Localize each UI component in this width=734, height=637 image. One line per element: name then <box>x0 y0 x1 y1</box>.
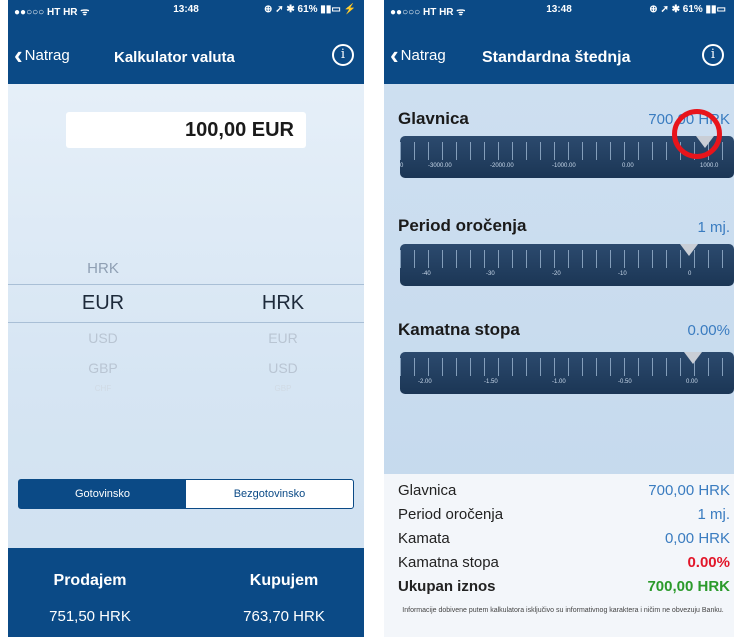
tick-label: -10 <box>618 271 627 277</box>
slider-thumb[interactable] <box>680 244 698 256</box>
buy-value: 763,70 HRK <box>243 608 325 625</box>
summary-value: 0.00% <box>687 554 730 571</box>
picker-top-line <box>8 284 364 285</box>
page-title: Standardna štednja <box>482 49 631 66</box>
tick-label: 0 <box>688 271 692 277</box>
tick-label: -1000.00 <box>552 163 576 169</box>
summary-value: 700,00 HRK <box>647 578 730 595</box>
picker-item[interactable]: EUR <box>228 330 338 346</box>
summary-value: 0,00 HRK <box>664 530 730 547</box>
status-bar: ●●○○○ HT HR ᯤ 13:48 ⊕ ➚ ✱ 61% ▮▮▭ <box>384 0 734 18</box>
highlight-circle <box>672 109 722 159</box>
summary-key: Ukupan iznos <box>398 578 496 595</box>
disclaimer: Informacije dobivene putem kalkulatora i… <box>402 607 724 614</box>
picker-item[interactable]: HRK <box>48 260 158 277</box>
tick-label: -1.00 <box>552 379 566 385</box>
summary-key: Kamata <box>398 530 450 547</box>
picker-item[interactable]: GBP <box>228 384 338 393</box>
term-value: 1 mj. <box>697 219 730 236</box>
back-label: Natrag <box>400 46 446 64</box>
tick-label: 0.00 <box>686 379 698 385</box>
tick-label: -3000.00 <box>428 163 452 169</box>
picker-item-selected[interactable]: HRK <box>228 292 338 315</box>
picker-item-selected[interactable]: EUR <box>48 292 158 315</box>
term-slider[interactable]: -40 -30 -20 -10 0 <box>400 244 734 286</box>
tick-label: -20 <box>552 271 561 277</box>
back-label: Natrag <box>24 46 70 64</box>
buy-label: Kupujem <box>249 572 319 589</box>
nav-bar: ‹ Natrag Standardna štednja i <box>384 18 734 84</box>
picker-item[interactable]: USD <box>228 360 338 376</box>
tick-label: -0.50 <box>618 379 632 385</box>
amount-input[interactable]: 100,00 EUR <box>66 112 306 148</box>
battery-indicator: ⊕ ➚ ✱ 61% ▮▮▭ <box>649 4 726 15</box>
summary-key: Glavnica <box>398 482 457 499</box>
currency-calculator-screen: ●●○○○ HT HR ᯤ 13:48 ⊕ ➚ ✱ 61% ▮▮▭ ⚡ ‹ Na… <box>8 0 364 637</box>
picker-item[interactable]: USD <box>48 330 158 346</box>
segment-cash[interactable]: Gotovinsko <box>19 480 186 508</box>
status-bar: ●●○○○ HT HR ᯤ 13:48 ⊕ ➚ ✱ 61% ▮▮▭ ⚡ <box>8 0 364 18</box>
rate-slider[interactable]: -2.00 -1.50 -1.00 -0.50 0.00 <box>400 352 734 394</box>
picker-item[interactable]: GBP <box>48 360 158 376</box>
chevron-left-icon: ‹ <box>14 40 23 70</box>
summary-key: Kamatna stopa <box>398 554 499 571</box>
term-label: Period oročenja <box>398 216 527 235</box>
chevron-left-icon: ‹ <box>390 40 399 70</box>
info-icon[interactable]: i <box>332 44 354 66</box>
tick-label: -40 <box>422 271 431 277</box>
sell-value: 751,50 HRK <box>49 608 131 625</box>
tick-label: 0 <box>400 163 404 169</box>
tick-label: -1.50 <box>484 379 498 385</box>
payment-type-segmented-control: Gotovinsko Bezgotovinsko <box>18 479 354 509</box>
tick-label: -2000.00 <box>490 163 514 169</box>
tick-label: -30 <box>486 271 495 277</box>
nav-bar: ‹ Natrag Kalkulator valuta i <box>8 18 364 84</box>
summary-key: Period oročenja <box>398 506 504 523</box>
segment-cashless[interactable]: Bezgotovinsko <box>186 480 353 508</box>
battery-indicator: ⊕ ➚ ✱ 61% ▮▮▭ ⚡ <box>264 4 356 15</box>
back-button[interactable]: ‹ Natrag <box>14 40 70 70</box>
result-bar: Prodajem 751,50 HRK Kupujem 763,70 HRK <box>8 548 364 637</box>
tick-label: -2.00 <box>418 379 432 385</box>
info-icon[interactable]: i <box>702 44 724 66</box>
tick-label: 1000.0 <box>700 163 719 169</box>
rate-label: Kamatna stopa <box>398 320 520 339</box>
back-button[interactable]: ‹ Natrag <box>390 40 446 70</box>
principal-label: Glavnica <box>398 109 469 128</box>
sell-label: Prodajem <box>53 572 127 589</box>
savings-calculator-screen: ●●○○○ HT HR ᯤ 13:48 ⊕ ➚ ✱ 61% ▮▮▭ ‹ Natr… <box>384 0 734 637</box>
picker-item[interactable]: CHF <box>48 384 158 393</box>
summary-value: 700,00 HRK <box>648 482 730 499</box>
summary-value: 1 mj. <box>697 506 730 523</box>
picker-bottom-line <box>8 322 364 323</box>
page-title: Kalkulator valuta <box>114 49 235 66</box>
slider-thumb[interactable] <box>684 352 702 364</box>
rate-value: 0.00% <box>687 322 730 339</box>
tick-label: 0.00 <box>622 163 634 169</box>
